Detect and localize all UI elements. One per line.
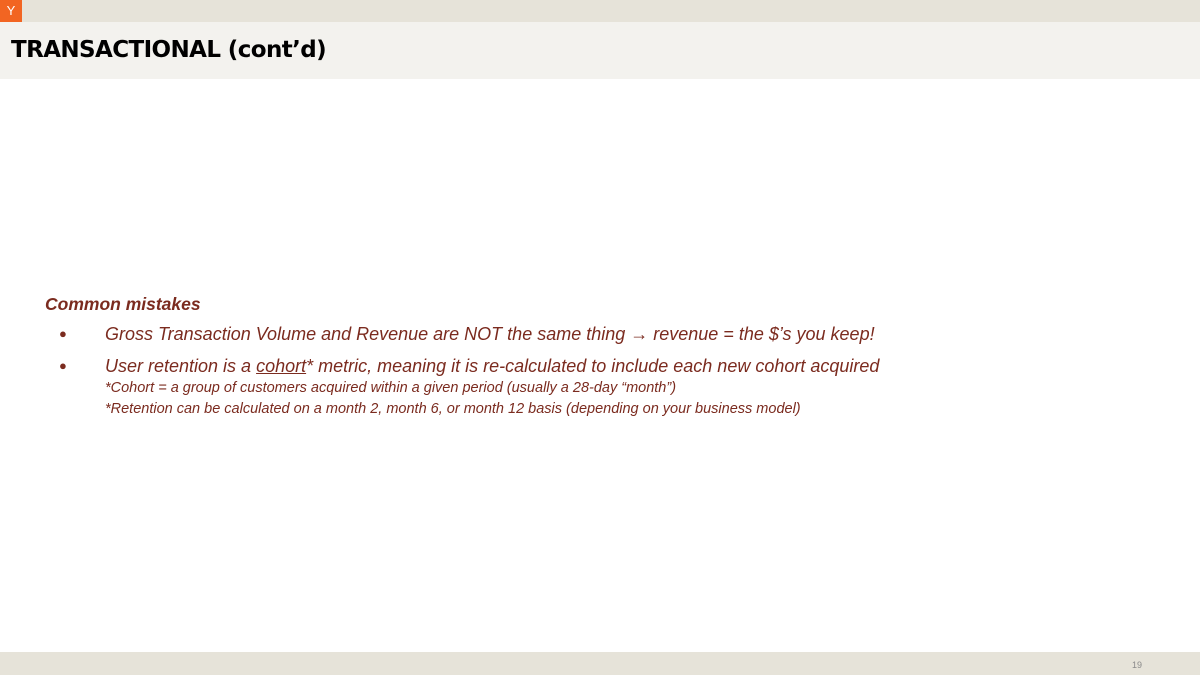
bottom-strip <box>0 652 1200 675</box>
bullet-list: ● Gross Transaction Volume and Revenue a… <box>45 322 1145 420</box>
footnote-retention: *Retention can be calculated on a month … <box>105 401 801 417</box>
footnote-cohort: *Cohort = a group of customers acquired … <box>105 380 677 396</box>
title-bar: TRANSACTIONAL (cont’d) <box>0 22 1200 79</box>
slide-title: TRANSACTIONAL (cont’d) <box>11 37 327 63</box>
bullet-text-after: * metric, meaning it is re-calculated to… <box>306 356 880 376</box>
y-logo-icon: Y <box>0 0 22 22</box>
cohort-term: cohort <box>256 356 307 376</box>
section-heading: Common mistakes <box>45 294 201 314</box>
bullet-dot-icon: ● <box>59 358 67 373</box>
slide-content: Common mistakes ● Gross Transaction Volu… <box>45 292 1145 428</box>
bullet-text-before: User retention is a <box>105 356 257 376</box>
bullet-user-retention: ● User retention is a cohort* metric, me… <box>45 354 1145 420</box>
bullet-dot-icon: ● <box>59 326 67 341</box>
top-strip <box>0 0 1200 22</box>
bullet-gross-transaction-volume: ● Gross Transaction Volume and Revenue a… <box>45 322 1145 346</box>
page-number: 19 <box>1132 660 1143 670</box>
bullet-text: Gross Transaction Volume and Revenue are… <box>105 324 875 344</box>
